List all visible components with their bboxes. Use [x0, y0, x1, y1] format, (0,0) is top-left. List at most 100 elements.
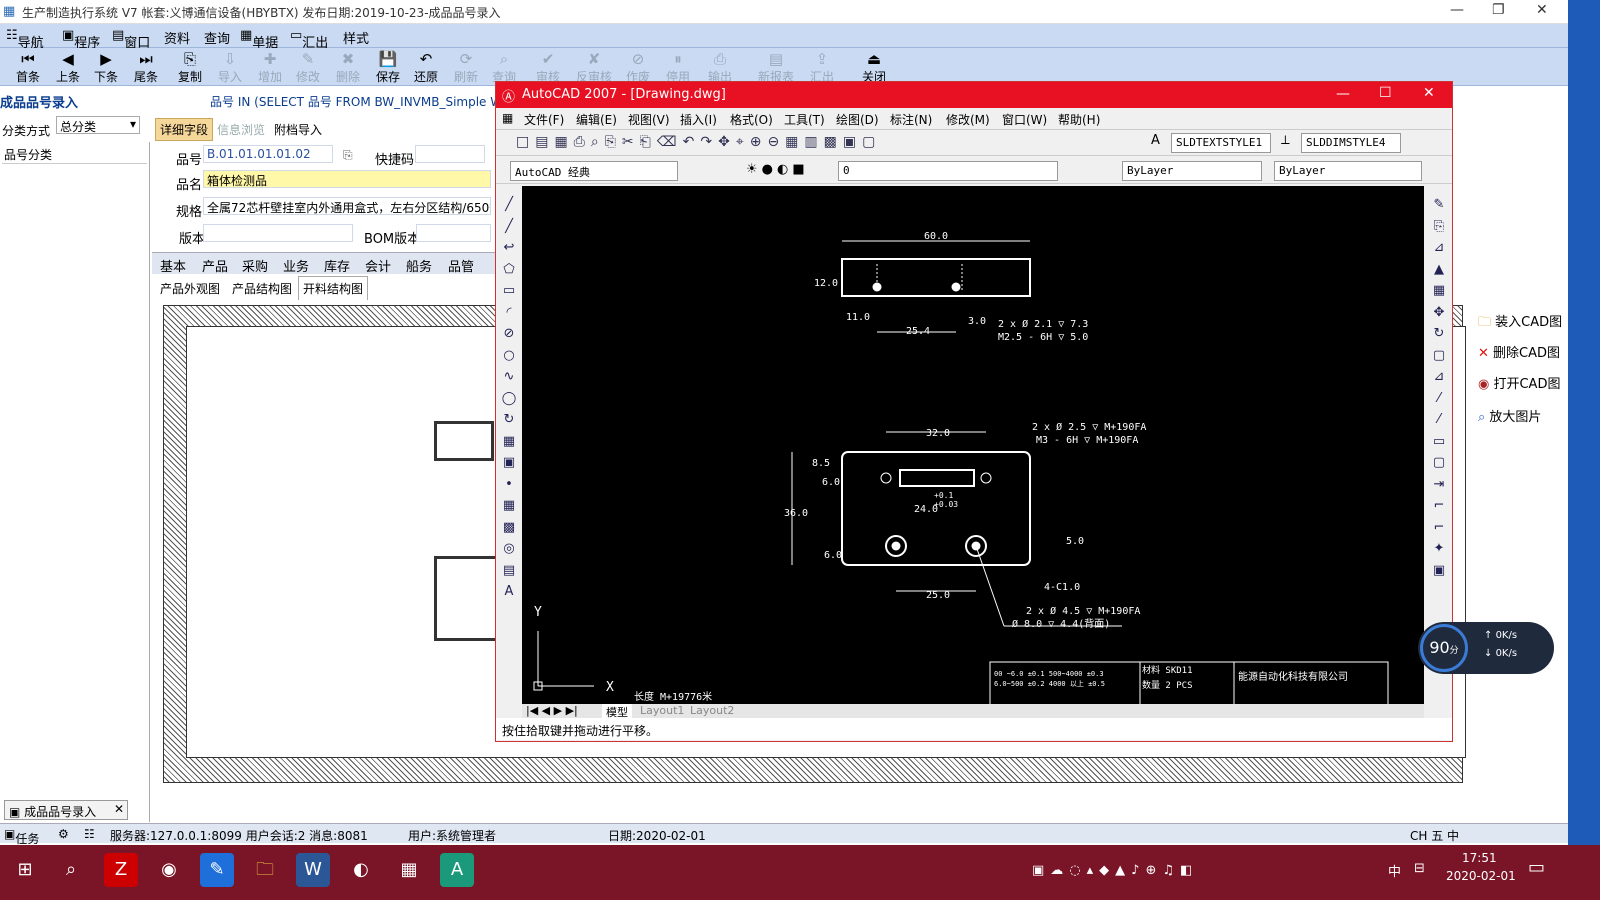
tab-product-structure[interactable]: 产品结构图 [232, 280, 292, 297]
standard-toolbar-icons[interactable]: □▤▦⎙⌕⎘✂⎗⌫↶↷✥⌖⊕⊖▦▥▩▣▢ [516, 134, 881, 150]
network-speed-widget[interactable]: 90分 ↑ 0K/s ↓ 0K/s [1418, 622, 1554, 674]
tab-product-appearance[interactable]: 产品外观图 [160, 280, 220, 297]
toolbar-button-5[interactable]: ⇩ 导入 [210, 50, 250, 85]
tab-detail-fields[interactable]: 详细字段 [155, 118, 214, 141]
toolbar-button-4[interactable]: ⎘ 复制 [170, 50, 210, 85]
menu-export[interactable]: ▭ 汇出 [290, 28, 328, 51]
tree-icon[interactable]: ☷ [84, 827, 95, 841]
toolbar-button-6[interactable]: ✚ 增加 [250, 50, 290, 85]
autocad-menu-item[interactable]: 标注(N) [890, 111, 932, 128]
explorer-icon[interactable]: 🗀 [248, 853, 282, 887]
layer-select[interactable]: 0 [838, 161, 1058, 181]
tray-ime-icon[interactable]: ⊟ [1414, 861, 1425, 876]
autocad-taskbar-icon[interactable]: A [440, 853, 474, 887]
toolbar-button-1[interactable]: ◀ 上条 [48, 50, 88, 85]
modify-tool-icon[interactable]: ⁄ [1430, 390, 1448, 408]
toolbar-button-0[interactable]: ⏮ 首条 [8, 50, 48, 85]
toolbar-button-13[interactable]: ✔ 审核 [528, 50, 568, 85]
version-input[interactable] [203, 224, 353, 242]
draw-tool-icon[interactable]: ⬠ [500, 261, 518, 279]
tab-attachment-import[interactable]: 附档导入 [274, 121, 322, 138]
modify-tool-icon[interactable]: ▣ [1430, 562, 1448, 580]
tab-layout2[interactable]: Layout2 [690, 704, 734, 717]
workspace-select[interactable]: AutoCAD 经典 [510, 161, 678, 181]
menu-data[interactable]: 资料 [164, 28, 190, 47]
autocad-menu-item[interactable]: 帮助(H) [1058, 111, 1100, 128]
bom-version-input[interactable] [416, 224, 491, 242]
draw-tool-icon[interactable]: ▭ [500, 282, 518, 300]
settings-icon[interactable]: ⚙ [58, 827, 69, 841]
layer-state-icons[interactable]: ☀●◐■ [746, 162, 809, 177]
menu-program[interactable]: ▣ 程序 [62, 28, 100, 51]
spec-input[interactable]: 全属72芯杆壁挂室内外通用盒式，左右分区结构/650*46 [203, 197, 491, 215]
menu-query[interactable]: 查询 [204, 28, 230, 47]
tab-business[interactable]: 业务 [283, 256, 309, 275]
layout-nav-icons[interactable]: |◀ ◀ ▶ ▶| [526, 704, 578, 717]
draw-tool-icon[interactable]: ◯ [500, 390, 518, 408]
draw-tool-icon[interactable]: ↩ [500, 239, 518, 257]
tab-shipping[interactable]: 船务 [406, 256, 432, 275]
search-icon[interactable]: ⌕ [54, 853, 88, 887]
draw-tool-icon[interactable]: ◎ [500, 540, 518, 558]
modify-tool-icon[interactable]: ▲ [1430, 261, 1448, 279]
modify-tool-icon[interactable]: ⁄ [1430, 411, 1448, 429]
autocad-menu-item[interactable]: 工具(T) [784, 111, 825, 128]
tray-lang[interactable]: 中 [1388, 861, 1401, 880]
autocad-menu-item[interactable]: 绘图(D) [836, 111, 879, 128]
draw-tool-icon[interactable]: ○ [500, 347, 518, 365]
toolbar-button-20[interactable]: ⏏ 关闭 [854, 50, 894, 85]
modify-tool-icon[interactable]: ✥ [1430, 304, 1448, 322]
draw-tool-icon[interactable]: ◜ [500, 304, 518, 322]
menu-window[interactable]: ▤ 窗口 [112, 28, 150, 51]
draw-tool-icon[interactable]: ↻ [500, 411, 518, 429]
autocad-menu-item[interactable]: 格式(O) [730, 111, 773, 128]
tray-icons[interactable]: ▣☁◌▴◆▲♪⊕♫◧ [1032, 863, 1198, 878]
toolbar-button-18[interactable]: ▤ 新报表 [756, 50, 796, 85]
toolbar-button-16[interactable]: ⏸ 停用 [658, 50, 698, 85]
tab-purchase[interactable]: 采购 [242, 256, 268, 275]
drawing-canvas[interactable]: 60.0 12.0 11.0 25.4 3.0 2 x Ø 2.1 ▽ 7.3 … [522, 186, 1424, 707]
draw-tool-icon[interactable]: ╱ [500, 218, 518, 236]
wps-icon[interactable]: W [296, 853, 330, 887]
color-select[interactable]: ByLayer [1122, 161, 1262, 181]
toolbar-button-9[interactable]: 💾 保存 [368, 50, 408, 85]
tab-layout1[interactable]: Layout1 [640, 704, 684, 717]
erp-icon[interactable]: ▦ [392, 853, 426, 887]
draw-tool-icon[interactable]: ▦ [500, 433, 518, 451]
modify-tool-icon[interactable]: ⊿ [1430, 239, 1448, 257]
part-no-input[interactable]: B.01.01.01.01.02 [203, 145, 333, 163]
draw-tool-icon[interactable]: ▩ [500, 519, 518, 537]
toolbar-button-2[interactable]: ▶ 下条 [86, 50, 126, 85]
toolbar-button-19[interactable]: ⇪ 汇出 [802, 50, 842, 85]
draw-tool-icon[interactable]: ∿ [500, 368, 518, 386]
task-button[interactable]: ▣ 任务 [4, 827, 39, 846]
menu-nav[interactable]: ☷ 导航 [6, 28, 44, 51]
text-style-select[interactable]: SLDTEXTSTYLE1 [1171, 133, 1271, 153]
draw-tool-icon[interactable]: • [500, 476, 518, 494]
tab-cutting-structure[interactable]: 开料结构图 [298, 276, 369, 300]
autocad-minimize-button[interactable]: — [1336, 86, 1350, 102]
notes-icon[interactable]: ✎ [200, 853, 234, 887]
tab-qc[interactable]: 品管 [448, 256, 474, 275]
toolbar-button-12[interactable]: ⌕ 查询 [484, 50, 524, 85]
close-tab-icon[interactable]: ✕ [114, 802, 124, 816]
ime-status[interactable]: CH 五 中 [1410, 827, 1459, 844]
menu-documents[interactable]: ▦ 单据 [240, 28, 278, 51]
modify-tool-icon[interactable]: ✦ [1430, 540, 1448, 558]
delete-cad-button[interactable]: ✕ 删除CAD图 [1478, 342, 1560, 361]
restore-button[interactable]: ❐ [1492, 2, 1505, 18]
toolbar-button-10[interactable]: ↶ 还原 [406, 50, 446, 85]
modify-tool-icon[interactable]: ⌐ [1430, 519, 1448, 537]
notification-icon[interactable]: ▭ [1528, 857, 1545, 878]
modify-tool-icon[interactable]: ✎ [1430, 196, 1448, 214]
tab-accounting[interactable]: 会计 [365, 256, 391, 275]
open-cad-button[interactable]: ◉ 打开CAD图 [1478, 373, 1560, 392]
draw-tool-icon[interactable]: ▣ [500, 454, 518, 472]
toolbar-button-14[interactable]: ✘ 反审核 [574, 50, 614, 85]
modify-tool-icon[interactable]: ▢ [1430, 347, 1448, 365]
draw-tool-icon[interactable]: ╱ [500, 196, 518, 214]
lookup-icon[interactable]: ⎘ [343, 148, 353, 163]
tab-info-browse[interactable]: 信息浏览 [217, 121, 265, 138]
toolbar-button-8[interactable]: ✖ 删除 [328, 50, 368, 85]
chrome-icon[interactable]: ◉ [152, 853, 186, 887]
